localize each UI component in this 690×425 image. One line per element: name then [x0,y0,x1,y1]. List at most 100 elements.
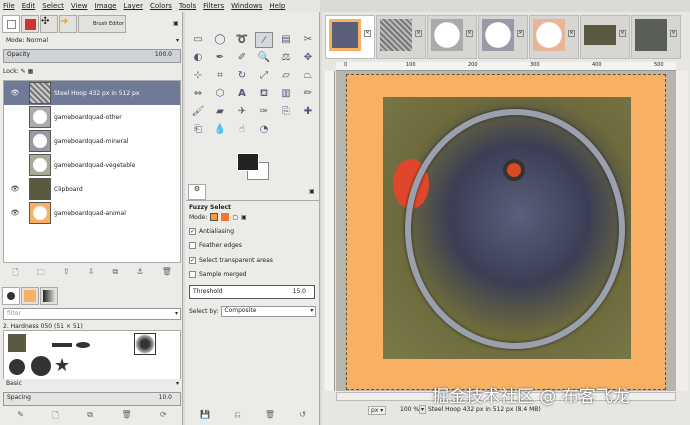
delete-icon[interactable]: 🗑 [162,267,172,281]
color-picker-icon[interactable]: ✐ [233,50,251,66]
mode-select[interactable]: Mode: Normal ▾ [3,36,181,48]
brush-item[interactable] [76,342,90,348]
paths-tool-icon[interactable]: ✒ [211,50,229,66]
eye-icon[interactable]: 👁 [4,185,26,193]
tab-undo[interactable]: ➜ [59,15,77,33]
eye-icon[interactable]: 👁 [4,89,26,97]
canvas[interactable] [336,71,676,391]
dock-menu-icon[interactable]: ▣ [173,20,179,27]
menu-tools[interactable]: Tools [179,2,196,10]
color-select-icon[interactable]: ▤ [277,32,295,48]
rotate-icon[interactable]: ↻ [233,68,251,84]
eye-icon[interactable]: 👁 [4,209,26,217]
shear-icon[interactable]: ▱ [277,68,295,84]
menu-colors[interactable]: Colors [150,2,172,10]
intersect-mode-icon[interactable]: ▣ [241,214,247,221]
tab-gradients[interactable] [40,287,58,305]
reset-options-icon[interactable]: ↺ [299,410,306,420]
clone-icon[interactable]: ⎘ [277,104,295,120]
feather-checkbox[interactable]: Feather edges [189,242,242,249]
image-tab[interactable]: × [631,15,681,59]
perspective-clone-icon[interactable]: ⎗ [189,122,207,138]
image-tab[interactable]: × [376,15,426,59]
lock-pixels-icon[interactable]: ✎ [21,68,26,75]
brush-item[interactable] [31,356,51,376]
smudge-icon[interactable]: ☝ [233,122,251,138]
delete-options-icon[interactable]: 🗑 [265,410,275,420]
restore-options-icon[interactable]: ⎌ [234,410,240,420]
image-tab[interactable]: × [478,15,528,59]
menu-select[interactable]: Select [42,2,64,10]
pencil-icon[interactable]: ✏ [299,86,317,102]
ellipse-select-icon[interactable]: ◯ [211,32,229,48]
close-icon[interactable]: × [568,30,575,37]
eraser-icon[interactable]: ▰ [211,104,229,120]
lower-layer-icon[interactable]: ⇩ [88,267,95,281]
zoom-icon[interactable]: 🔍 [255,50,273,66]
brush-star[interactable]: ★ [54,355,70,376]
spacing-slider[interactable]: Spacing 10.0 [3,392,181,406]
cage-icon[interactable]: ⬡ [211,86,229,102]
layer-row[interactable]: gameboardquad-vegetable [4,153,180,177]
brush-grid[interactable]: ★ [3,330,181,380]
unit-select[interactable]: px ▾ [368,406,387,415]
scale-icon[interactable]: ⤢ [255,68,273,84]
zoom-dropdown[interactable]: ▾ [419,405,427,414]
brush-clipboard[interactable] [8,334,26,352]
menu-view[interactable]: View [71,2,88,10]
foreground-select-icon[interactable]: ◐ [189,50,207,66]
add-mode-icon[interactable] [221,213,230,221]
blend-icon[interactable]: ▥ [277,86,295,102]
ink-icon[interactable]: ✑ [255,104,273,120]
perspective-icon[interactable]: ⏢ [299,68,317,84]
menu-file[interactable]: File [3,2,15,10]
heal-icon[interactable]: ✚ [299,104,317,120]
brush-filter-input[interactable]: filter ▾ [3,308,181,320]
new-layer-icon[interactable]: 🗋 [12,267,18,281]
image-tab[interactable]: × [529,15,579,59]
layer-row[interactable]: 👁 gameboardquad-animal [4,201,180,225]
select-by-dropdown[interactable]: Composite ▾ [221,306,317,317]
brush-item[interactable] [52,343,72,347]
replace-mode-icon[interactable] [210,213,219,221]
menu-help[interactable]: Help [269,2,285,10]
fuzzy-select-icon[interactable]: ⁄ [255,32,273,48]
bucket-fill-icon[interactable]: ⛾ [255,86,273,102]
raise-layer-icon[interactable]: ⇧ [63,267,70,281]
menu-image[interactable]: Image [95,2,117,10]
edit-brush-icon[interactable]: ✎ [17,410,24,424]
layer-row[interactable]: 👁 Clipboard [4,177,180,201]
tab-tool-options[interactable]: ⚙ [188,184,206,200]
brush-item[interactable] [9,359,25,375]
layer-row[interactable]: 👁 Steel Hoop 432 px in 512 px [4,81,180,105]
tab-brush-editor[interactable]: Brush Editor [78,15,126,33]
transparent-checkbox[interactable]: ✓ Select transparent areas [189,257,273,264]
lock-alpha-icon[interactable]: ▦ [28,68,34,75]
vertical-ruler[interactable] [325,71,335,391]
blur-icon[interactable]: 💧 [211,122,229,138]
checkbox[interactable] [189,242,196,249]
opacity-slider[interactable]: Opacity 100.0 [3,49,181,63]
tab-brushes[interactable] [2,287,20,305]
airbrush-icon[interactable]: ✈ [233,104,251,120]
menu-edit[interactable]: Edit [22,2,36,10]
tab-layers[interactable] [2,15,20,33]
flip-icon[interactable]: ⇔ [189,86,207,102]
crop-icon[interactable]: ⌗ [211,68,229,84]
close-icon[interactable]: × [466,30,473,37]
tab-patterns[interactable] [21,287,39,305]
duplicate-layer-icon[interactable]: ⧉ [113,267,119,281]
menu-windows[interactable]: Windows [231,2,262,10]
tab-paths[interactable]: ✣ [40,15,58,33]
brush-set-select[interactable]: Basic ▾ [3,379,181,391]
move-icon[interactable]: ✥ [299,50,317,66]
subtract-mode-icon[interactable]: ▢ [232,214,238,221]
checkbox[interactable] [189,271,196,278]
layer-row[interactable]: gameboardquad-mineral [4,129,180,153]
image-tab[interactable]: × [427,15,477,59]
image-tab[interactable]: × [580,15,630,59]
antialiasing-checkbox[interactable]: ✓ Antialiasing [189,228,234,235]
zoom-value[interactable]: 100 % [400,406,419,413]
tab-channels[interactable] [21,15,39,33]
rect-select-icon[interactable]: ▭ [189,32,207,48]
